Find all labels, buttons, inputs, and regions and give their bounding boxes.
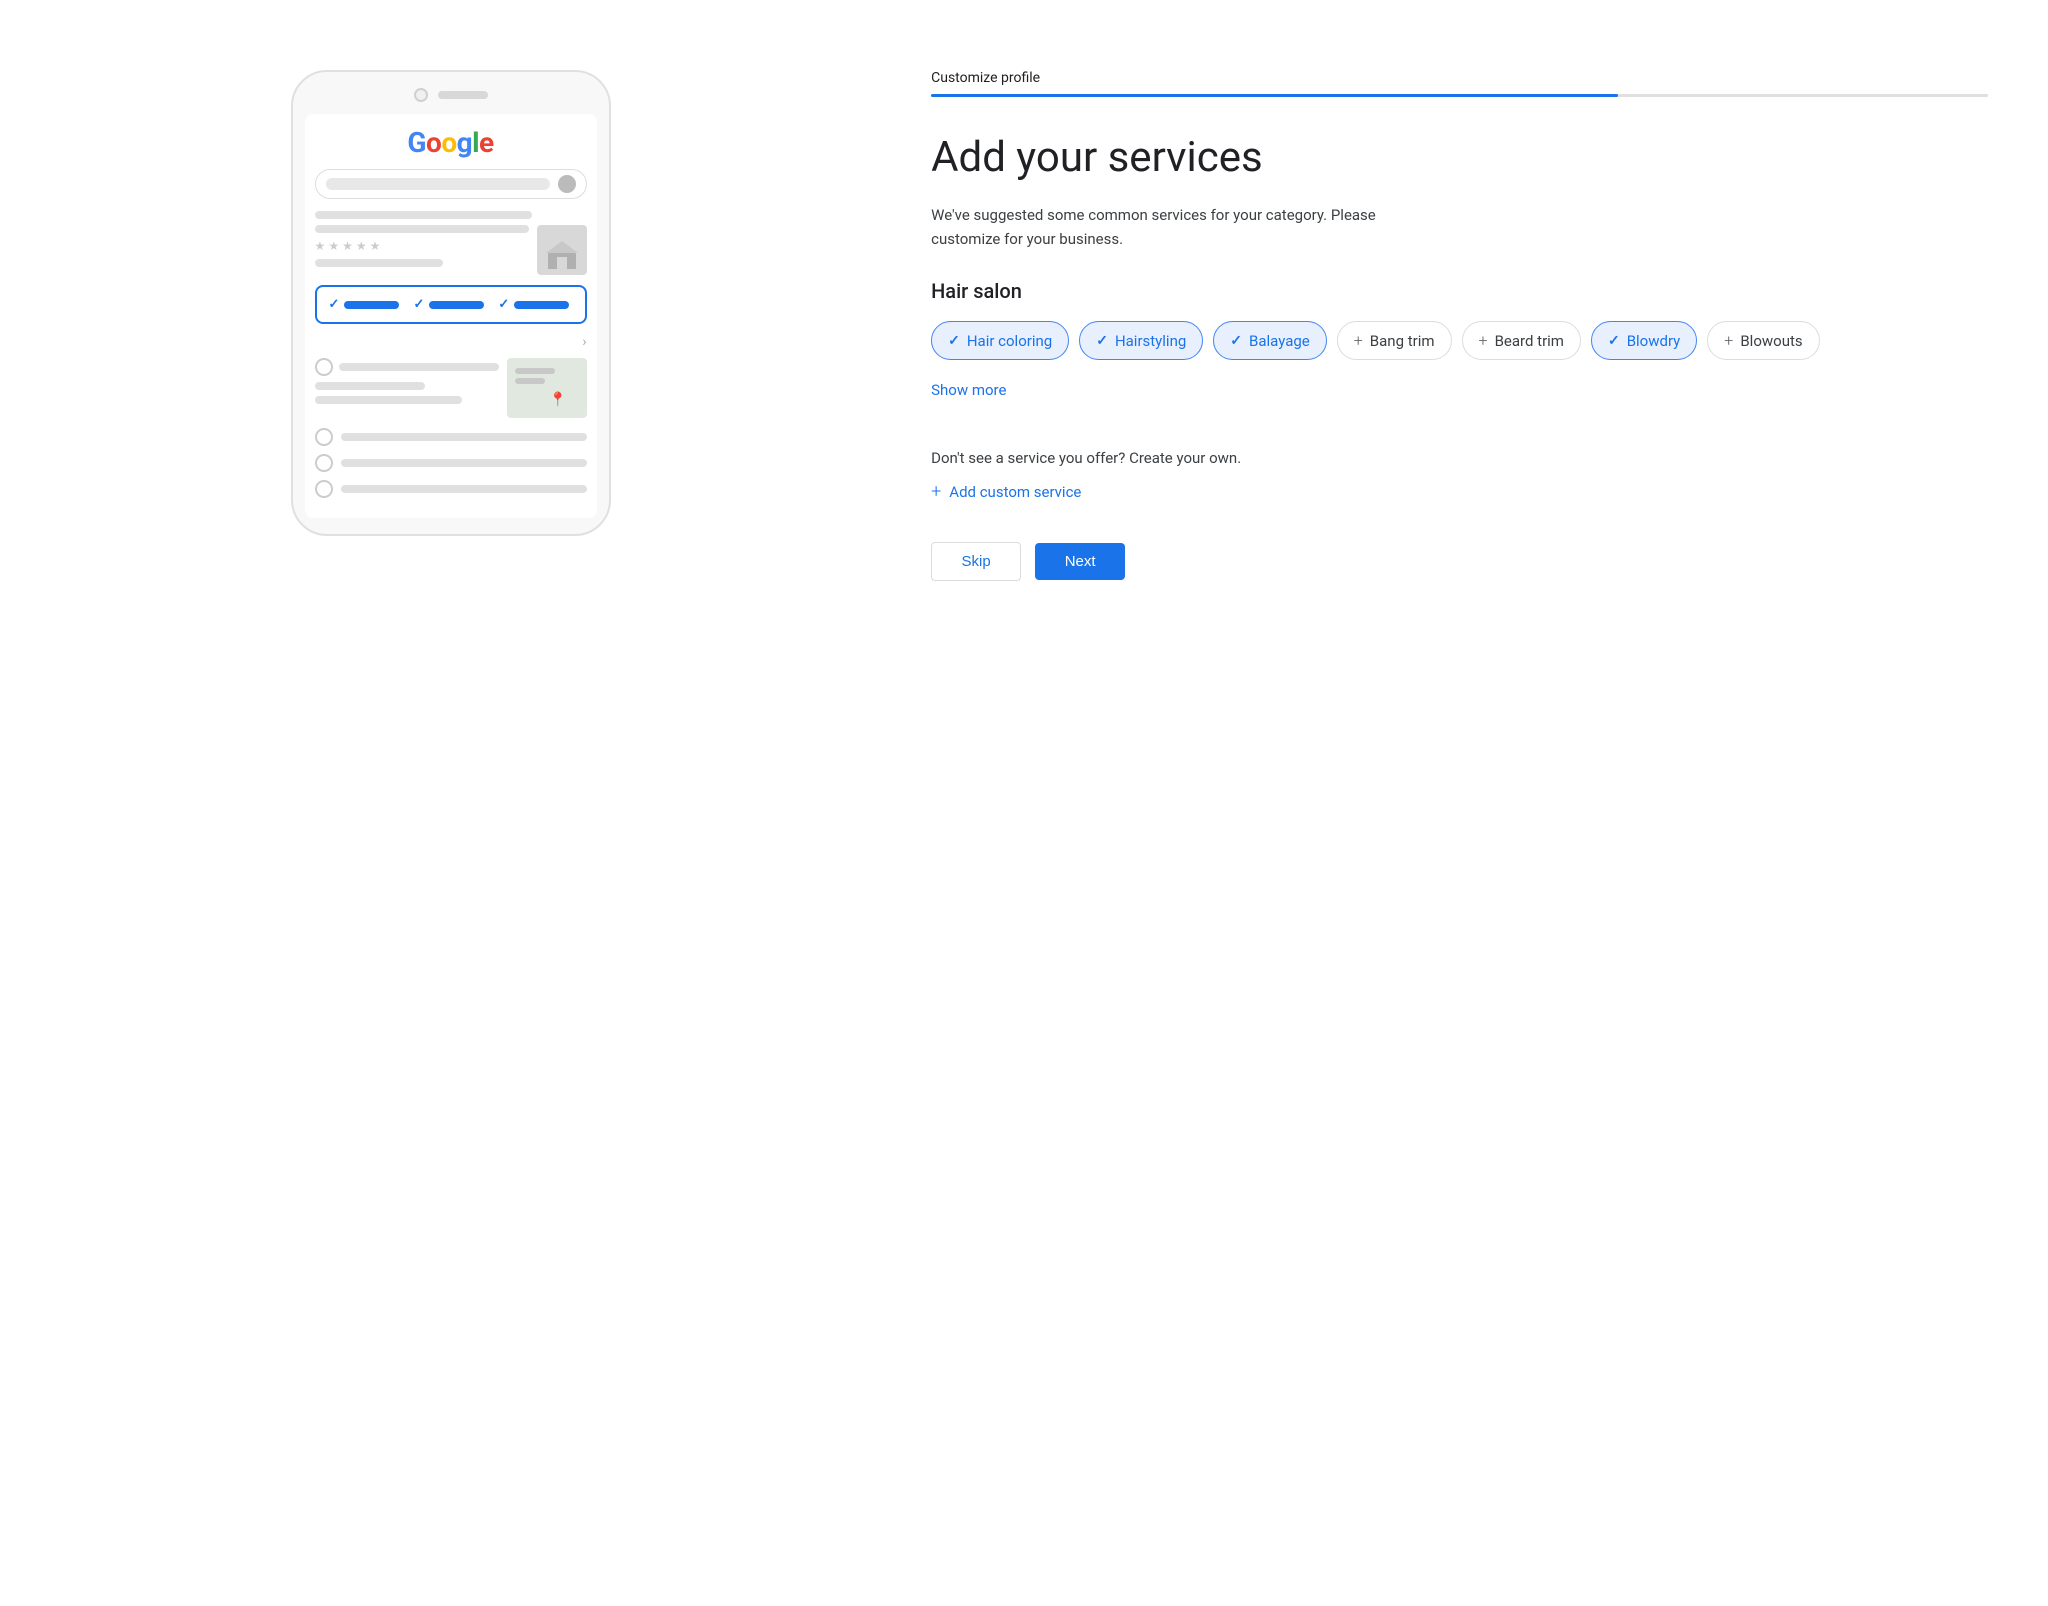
phone-row — [315, 454, 587, 472]
chip-label: Beard trim — [1495, 332, 1564, 350]
location-icon — [315, 358, 333, 376]
plus-icon: + — [1479, 331, 1488, 350]
map-pin-icon: 📍 — [549, 392, 566, 408]
service-item: ✓ — [413, 297, 484, 312]
location-lines — [315, 358, 499, 418]
show-more-link[interactable]: Show more — [931, 381, 1006, 399]
skeleton-line — [315, 396, 462, 404]
check-icon: ✓ — [1096, 333, 1108, 349]
skeleton-line — [341, 433, 587, 441]
service-item: ✓ — [498, 297, 569, 312]
service-chip-bang-trim[interactable]: + Bang trim — [1337, 321, 1452, 360]
skeleton-line — [315, 382, 425, 390]
check-icon: ✓ — [498, 297, 509, 312]
check-icon: ✓ — [1608, 333, 1620, 349]
skeleton-line — [315, 211, 533, 219]
phone-mockup: Google ★ ★ ★ ★ ★ — [291, 70, 611, 536]
plus-icon: + — [1724, 331, 1733, 350]
chip-label: Balayage — [1249, 332, 1310, 350]
next-button[interactable]: Next — [1035, 543, 1125, 580]
chevron-right-icon: › — [315, 334, 587, 350]
service-chip-blowdry[interactable]: ✓ Blowdry — [1591, 321, 1697, 360]
right-panel: Customize profile Add your services We'v… — [901, 40, 2048, 611]
services-grid: ✓ Hair coloring ✓ Hairstyling ✓ Balayage + Bang… — [931, 321, 1988, 360]
phone-search-icon — [558, 175, 576, 193]
phone-icon — [315, 454, 333, 472]
map-line — [515, 378, 545, 384]
star: ★ — [370, 239, 381, 253]
service-line — [344, 301, 399, 309]
service-chip-hair-coloring[interactable]: ✓ Hair coloring — [931, 321, 1069, 360]
check-icon: ✓ — [413, 297, 424, 312]
phone-search-input — [326, 178, 550, 190]
clock-icon — [315, 428, 333, 446]
check-icon: ✓ — [329, 297, 340, 312]
service-line — [429, 301, 484, 309]
map-lines — [515, 368, 555, 388]
skeleton-line — [315, 259, 443, 267]
phone-screen: Google ★ ★ ★ ★ ★ — [305, 114, 597, 518]
map-thumbnail: 📍 — [507, 358, 587, 418]
description-text: We've suggested some common services for… — [931, 203, 1431, 251]
chip-label: Blowdry — [1627, 332, 1681, 350]
service-chip-hairstyling[interactable]: ✓ Hairstyling — [1079, 321, 1203, 360]
star: ★ — [356, 239, 367, 253]
phone-speaker — [438, 91, 488, 99]
phone-top-bar — [305, 88, 597, 102]
add-custom-service-link[interactable]: + Add custom service — [931, 481, 1988, 502]
progress-section: Customize profile — [931, 70, 1988, 97]
plus-icon: + — [1354, 331, 1363, 350]
skeleton-line — [341, 459, 587, 467]
star: ★ — [342, 239, 353, 253]
progress-bar-fill — [931, 94, 1618, 97]
service-row: ✓ ✓ ✓ — [329, 297, 573, 312]
chip-label: Hairstyling — [1115, 332, 1186, 350]
page-title: Add your services — [931, 133, 1988, 183]
phone-search-bar — [315, 169, 587, 199]
business-card-area: ★ ★ ★ ★ ★ — [315, 225, 587, 275]
skip-button[interactable]: Skip — [931, 542, 1021, 581]
service-item: ✓ — [329, 297, 400, 312]
check-icon: ✓ — [1230, 333, 1242, 349]
google-logo: Google — [315, 126, 587, 159]
progress-label: Customize profile — [931, 70, 1988, 86]
chip-label: Bang trim — [1370, 332, 1435, 350]
stars-row: ★ ★ ★ ★ ★ — [315, 239, 529, 253]
location-row: 📍 — [315, 358, 587, 418]
button-row: Skip Next — [931, 542, 1988, 581]
skeleton-line — [339, 363, 499, 371]
chip-label: Hair coloring — [967, 332, 1052, 350]
skeleton-line — [341, 485, 587, 493]
phone-camera — [414, 88, 428, 102]
service-line — [514, 301, 569, 309]
bottom-section: 📍 — [315, 358, 587, 498]
left-panel: Google ★ ★ ★ ★ ★ — [0, 40, 901, 566]
chip-label: Blowouts — [1740, 332, 1802, 350]
service-chip-balayage[interactable]: ✓ Balayage — [1213, 321, 1326, 360]
service-chip-blowouts[interactable]: + Blowouts — [1707, 321, 1819, 360]
service-chip-beard-trim[interactable]: + Beard trim — [1462, 321, 1581, 360]
service-highlight-box: ✓ ✓ ✓ — [315, 285, 587, 324]
add-custom-plus-icon: + — [931, 481, 941, 502]
category-heading: Hair salon — [931, 279, 1988, 303]
star: ★ — [315, 239, 326, 253]
progress-bar — [931, 94, 1988, 97]
dont-see-text: Don't see a service you offer? Create yo… — [931, 449, 1988, 467]
globe-icon — [315, 480, 333, 498]
website-row — [315, 480, 587, 498]
skeleton-line — [315, 225, 529, 233]
hours-row — [315, 428, 587, 446]
star: ★ — [328, 239, 339, 253]
store-icon — [537, 225, 587, 275]
business-card-lines: ★ ★ ★ ★ ★ — [315, 225, 529, 275]
check-icon: ✓ — [948, 333, 960, 349]
map-line — [515, 368, 555, 374]
add-custom-label: Add custom service — [949, 483, 1081, 501]
